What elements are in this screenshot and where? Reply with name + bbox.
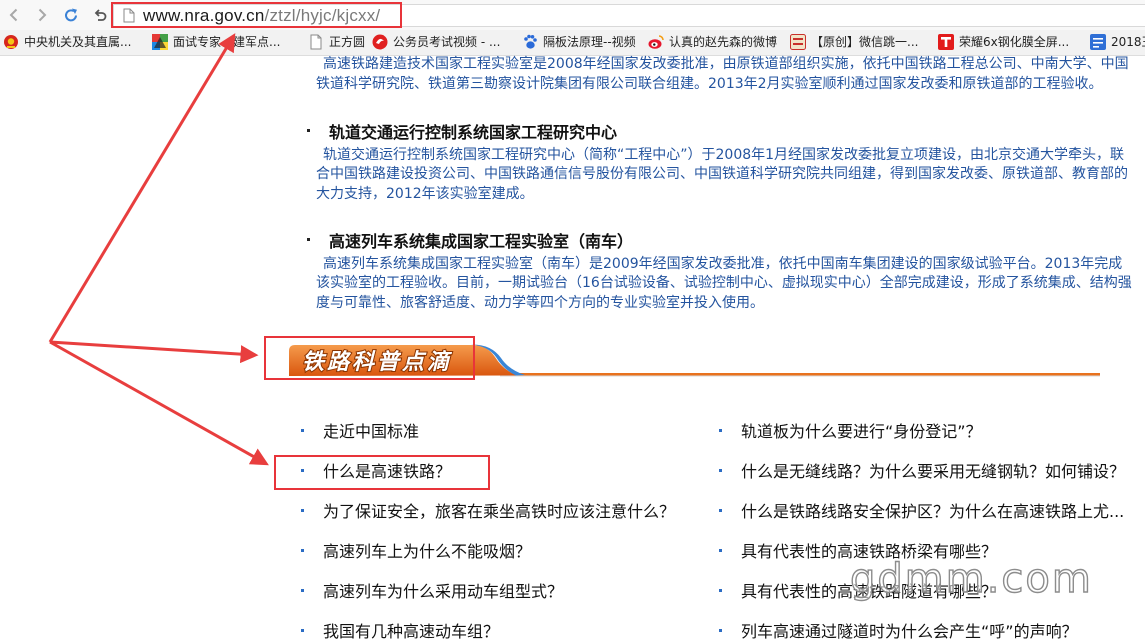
list-item: 什么是无缝线路？为什么要采用无缝钢轨？如何铺设？ [716,462,1136,502]
section-title: 轨道交通运行控制系统国家工程研究中心 [329,123,618,142]
intro-paragraph: 高速铁路建造技术国家工程实验室是2008年经国家发改委批准，由原铁道部组织实施，… [316,56,1129,92]
arrow-to-url [48,33,236,343]
article-link[interactable]: 高速列车上为什么不能吸烟？ [323,542,531,562]
list-item: 什么是铁路线路安全保护区？为什么在高速铁路上尤... [716,502,1136,542]
section-title: 高速列车系统集成国家工程实验室（南车） [329,232,634,251]
list-item: 什么是高速铁路？ [298,462,698,502]
bookmark-label: 公务员考试视频 - ... [393,35,501,49]
bullet-dot [301,549,304,552]
bookmark-label: 荣耀6x钢化膜全屏... [959,35,1070,49]
bookmark-label: 2018王 [1111,35,1145,49]
bullet-dot [719,589,722,592]
arrow-to-banner [49,340,259,364]
bullet-dot [719,629,722,632]
section-paragraph: 高速列车系统集成国家工程实验室（南车）是2009年经国家发改委批准，依托中国南车… [316,255,1132,311]
article-link[interactable]: 我国有几种高速动车组？ [323,622,499,642]
list-item: 我国有几种高速动车组？ [298,622,698,642]
article-link[interactable]: 什么是高速铁路？ [323,462,451,482]
url-host: www.nra.gov.cn [143,6,265,25]
bookmark-label: 认真的赵先森的微博 [669,35,778,49]
browser-toolbar: www.nra.gov.cn/ztzl/hyjc/kjcxx/ [0,0,1145,30]
undo-icon[interactable] [92,7,108,23]
bullet-dot [719,549,722,552]
bookmark-label: 隔板法原理--视频 [543,35,636,49]
list-item: 轨道板为什么要进行“身份登记”？ [716,422,1136,462]
section-banner: 铁路科普点滴 [289,344,1100,377]
article-link[interactable]: 具有代表性的高速铁路隧道有哪些？ [741,582,997,602]
article-logo-icon [790,34,806,50]
bookmark-label: 【原创】微信跳一... [811,35,919,49]
t-logo-icon [938,34,954,50]
banner-title: 铁路科普点滴 [302,349,453,375]
bullet-dot [301,629,304,632]
list-item: 列车高速通过隧道时为什么会产生“呼”的声响？ [716,622,1136,642]
arrow-to-link [49,340,269,466]
back-arrow-icon[interactable] [6,7,22,23]
link-list-right: 轨道板为什么要进行“身份登记”？ 什么是无缝线路？为什么要采用无缝钢轨？如何铺设… [716,422,1136,642]
article-link[interactable]: 列车高速通过隧道时为什么会产生“呼”的声响？ [741,622,1078,642]
url-path: /ztzl/hyjc/kjcxx/ [264,6,381,25]
bookmark-label: 面试专家 建军点... [173,35,281,49]
bullet-dot [301,509,304,512]
bullet-dot [301,469,304,472]
link-list-left: 走近中国标准 什么是高速铁路？ 为了保证安全，旅客在乘坐高铁时应该注意什么？ 高… [298,422,698,642]
refresh-icon[interactable] [63,7,79,23]
list-item: 为了保证安全，旅客在乘坐高铁时应该注意什么？ [298,502,698,542]
list-item: 具有代表性的高速铁路隧道有哪些？ [716,582,1136,622]
bookmarks-bar: 中央机关及其直属... 面试专家 建军点... 正方圆 公务员考试视频 - ..… [0,30,1145,56]
section-paragraph: 轨道交通运行控制系统国家工程研究中心（简称“工程中心”）于2008年1月经国家发… [316,146,1128,202]
banner-rule-line [500,373,1100,376]
list-item: 高速列车为什么采用动车组型式？ [298,582,698,622]
page-icon [123,8,135,23]
bookmark-label: 中央机关及其直属... [24,35,132,49]
section-bullet [307,238,310,241]
article-link[interactable]: 轨道板为什么要进行“身份登记”？ [741,422,982,442]
bullet-dot [719,429,722,432]
bookmark-label: 正方圆 [329,35,366,49]
forward-arrow-icon[interactable] [34,7,50,23]
list-item: 走近中国标准 [298,422,698,462]
address-bar[interactable]: www.nra.gov.cn/ztzl/hyjc/kjcxx/ [113,4,1145,27]
national-emblem-icon [4,35,18,49]
colorful-logo-icon [152,34,168,50]
bullet-dot [719,509,722,512]
article-link[interactable]: 具有代表性的高速铁路桥梁有哪些？ [741,542,997,562]
banner-rule-shadow [500,375,1100,377]
bullet-dot [301,429,304,432]
page-icon [310,34,322,50]
article-link[interactable]: 走近中国标准 [323,422,419,442]
bullet-dot [719,469,722,472]
paw-icon [524,34,537,49]
weibo-icon [648,35,664,49]
article-link[interactable]: 为了保证安全，旅客在乘坐高铁时应该注意什么？ [323,502,675,522]
article-link[interactable]: 高速列车为什么采用动车组型式？ [323,582,563,602]
list-item: 高速列车上为什么不能吸烟？ [298,542,698,582]
red-logo-icon [372,34,388,50]
article-link[interactable]: 什么是无缝线路？为什么要采用无缝钢轨？如何铺设？ [741,462,1125,482]
section-bullet [307,129,310,132]
article-link[interactable]: 什么是铁路线路安全保护区？为什么在高速铁路上尤... [741,502,1124,522]
url-text: www.nra.gov.cn/ztzl/hyjc/kjcxx/ [143,5,380,26]
bullet-dot [301,589,304,592]
list-item: 具有代表性的高速铁路桥梁有哪些？ [716,542,1136,582]
blue-logo-icon [1090,34,1106,50]
